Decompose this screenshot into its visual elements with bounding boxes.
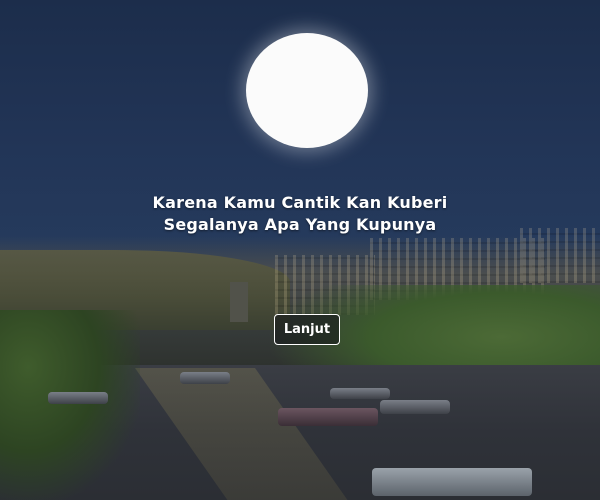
car <box>380 400 450 414</box>
car <box>372 468 532 496</box>
moon-image <box>246 33 368 148</box>
car <box>278 408 378 426</box>
car <box>48 392 108 404</box>
trees <box>0 310 140 500</box>
car <box>330 388 390 399</box>
quote-line-2: Segalanya Apa Yang Kupunya <box>163 215 437 234</box>
quote-line-1: Karena Kamu Cantik Kan Kuberi <box>152 193 448 212</box>
tower <box>230 282 248 322</box>
quote-text: Karena Kamu Cantik Kan Kuberi Segalanya … <box>0 192 600 236</box>
lanjut-button[interactable]: Lanjut <box>274 314 340 345</box>
building <box>520 228 600 283</box>
car <box>180 372 230 384</box>
